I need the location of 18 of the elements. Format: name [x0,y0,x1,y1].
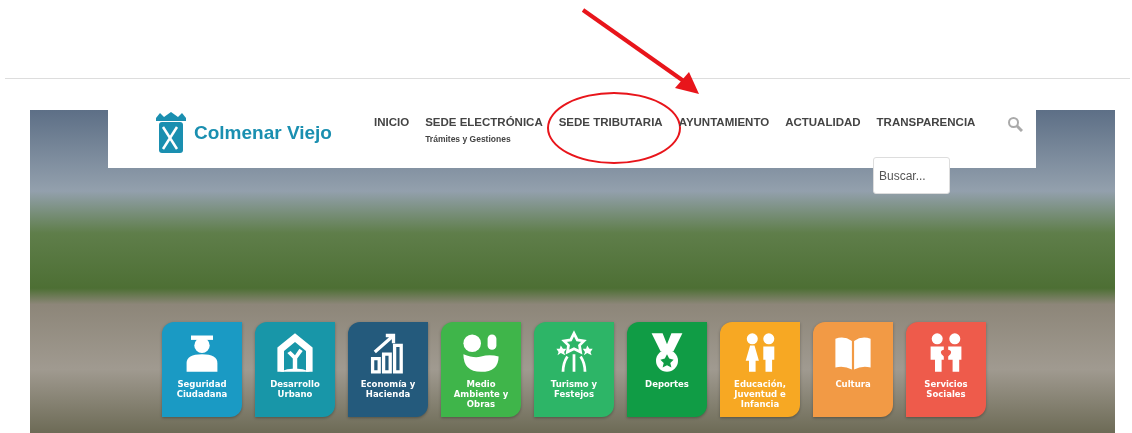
category-tile[interactable]: Economía y Hacienda [348,322,428,417]
category-tile[interactable]: Servicios Sociales [906,322,986,417]
search-field[interactable]: Buscar... [873,157,950,194]
nav-link[interactable]: INICIO [374,116,410,128]
nav-link[interactable]: AYUNTAMIENTO [678,116,770,128]
nav-link[interactable]: SEDE TRIBUTARIA [558,116,663,128]
nav-link[interactable]: TRANSPARENCIA [876,116,976,128]
site-name: Colmenar Viejo [194,122,332,144]
category-tile[interactable]: Cultura [813,322,893,417]
category-tile[interactable]: Seguridad Ciudadana [162,322,242,417]
category-tile[interactable]: Educación, Juventud e Infancia [720,322,800,417]
category-tile[interactable]: Turismo y Festejos [534,322,614,417]
nav-link[interactable]: ACTUALIDAD [785,116,861,128]
category-tile[interactable]: Medio Ambiente y Obras [441,322,521,417]
nav-link[interactable]: SEDE ELECTRÓNICA [425,116,543,128]
category-tile[interactable]: Deportes [627,322,707,417]
nav-subtitle: Trámites y Gestiones [425,134,512,144]
category-tile[interactable]: Desarrollo Urbano [255,322,335,417]
